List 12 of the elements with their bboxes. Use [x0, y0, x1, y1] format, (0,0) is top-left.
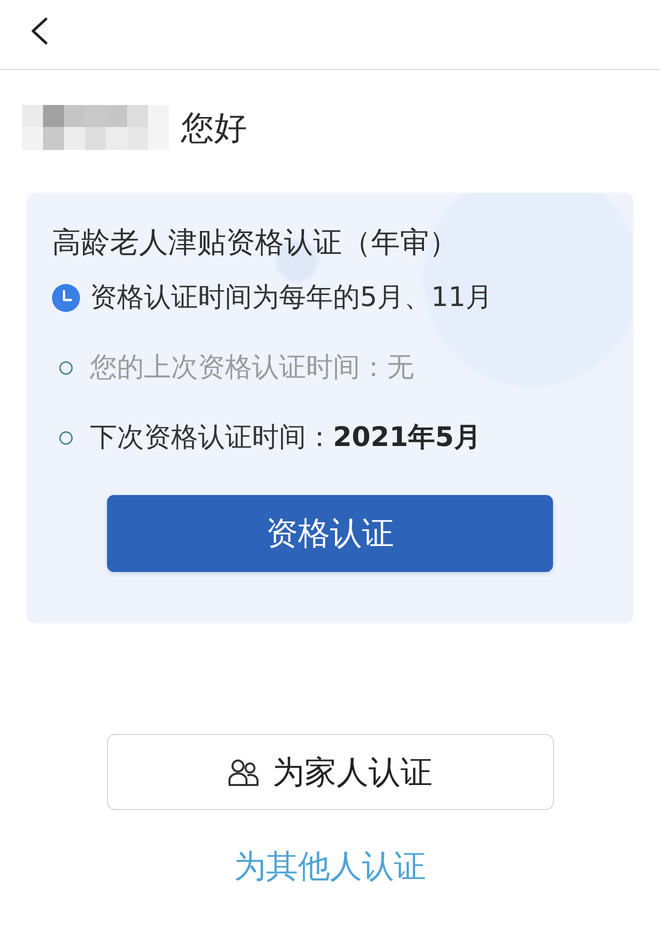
info-text: 下次资格认证时间：2021年5月 — [90, 421, 481, 455]
greeting-text: 您好 — [181, 108, 247, 148]
verify-button[interactable]: 资格认证 — [107, 495, 553, 572]
ring-icon — [59, 431, 73, 445]
info-text: 资格认证时间为每年的5月、11月 — [90, 281, 493, 315]
family-verify-button[interactable]: 为家人认证 — [106, 734, 554, 810]
card-title: 高龄老人津贴资格认证（年审） — [52, 224, 459, 261]
ring-icon — [59, 361, 73, 375]
clock-icon — [52, 284, 80, 312]
back-icon[interactable] — [30, 17, 48, 45]
people-icon — [228, 758, 258, 786]
info-text: 您的上次资格认证时间：无 — [90, 351, 414, 385]
